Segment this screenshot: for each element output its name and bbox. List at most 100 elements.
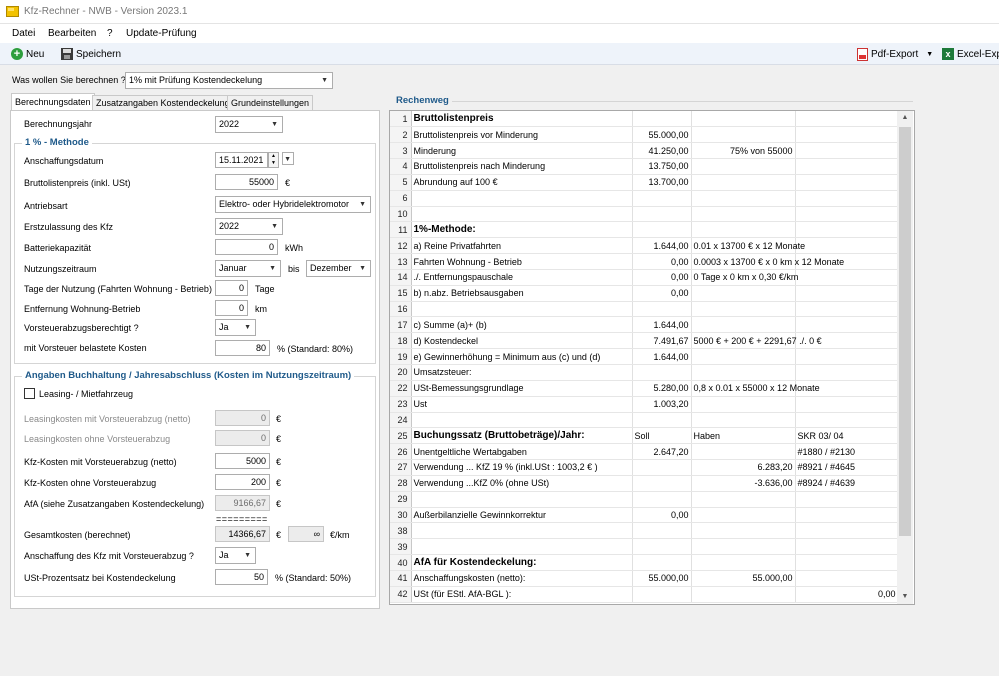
row-value: 1.003,20 [632, 396, 692, 413]
table-row: 40 AfA für Kostendeckelung: [390, 554, 899, 571]
vst-select[interactable]: Ja ▼ [215, 319, 256, 336]
menu-help[interactable]: ? [107, 28, 113, 39]
row-number: 23 [390, 396, 412, 413]
table-row: 28 Verwendung ...KfZ 0% (ohne USt) -3.636,… [390, 475, 899, 492]
chevron-down-icon: ▼ [271, 223, 278, 230]
pdf-icon [857, 47, 868, 61]
scroll-thumb[interactable] [899, 127, 911, 536]
row-label [411, 412, 633, 429]
leas-without-label: Leasingkosten ohne Vorsteuerabzug [24, 434, 171, 444]
leas-with-label: Leasingkosten mit Vorsteuerabzug (netto) [24, 414, 191, 424]
kfz-with-field[interactable]: 5000 [215, 453, 270, 469]
table-row: 17 c) Summe (a)+ (b) 1.644,00 [390, 316, 899, 334]
period-to-select[interactable]: Dezember ▼ [306, 260, 371, 277]
row-number: 13 [390, 253, 412, 270]
row-account [795, 206, 899, 223]
date-picker-button[interactable]: ▼ [282, 152, 294, 165]
row-value [632, 554, 692, 571]
leas-without-field[interactable]: 0 [215, 430, 270, 446]
period-bis: bis [288, 264, 300, 274]
row-value: 1.644,00 [632, 316, 692, 334]
price-field[interactable]: 55000 [215, 174, 278, 190]
drive-select[interactable]: Elektro- oder Hybridelektromotor ▼ [215, 196, 371, 213]
row-number: 19 [390, 348, 412, 365]
row-number: 28 [390, 475, 412, 492]
scroll-up-icon[interactable]: ▲ [897, 111, 913, 125]
leas-with-field[interactable]: 0 [215, 410, 270, 426]
table-row: 23 Ust 1.003,20 [390, 396, 899, 413]
row-value: Soll [632, 427, 692, 445]
row-value: 0,00 [632, 269, 692, 286]
battery-field[interactable]: 0 [215, 239, 278, 255]
row-account [795, 364, 899, 381]
row-number: 20 [390, 364, 412, 381]
menu-datei[interactable]: Datei [12, 28, 35, 39]
menu-update[interactable]: Update-Prüfung [126, 28, 197, 39]
pdf-label: Pdf-Export [871, 48, 919, 60]
vst-value: Ja [219, 322, 229, 332]
ust-field[interactable]: 50 [215, 569, 268, 585]
date-spinner[interactable]: ▲ ▼ [268, 152, 279, 168]
days-field[interactable]: 0 [215, 280, 248, 296]
row-account [795, 554, 899, 571]
row-account [795, 538, 899, 556]
row-value [632, 459, 692, 476]
date-field[interactable]: 15.11.2021 [215, 152, 268, 168]
ust-label: USt-Prozentsatz bei Kostendeckelung [24, 573, 176, 583]
row-detail [691, 491, 796, 508]
row-label: Umsatzsteuer: [411, 364, 633, 381]
year-select[interactable]: 2022 ▼ [215, 116, 283, 133]
tab-berechnungsdaten[interactable]: Berechnungsdaten [11, 93, 95, 111]
row-label [411, 522, 633, 540]
excel-export-button[interactable]: x Excel-Exp [942, 47, 999, 61]
year-label: Berechnungsjahr [24, 119, 93, 129]
table-row: 20 Umsatzsteuer: [390, 364, 899, 381]
leasing-checkbox[interactable] [24, 388, 35, 399]
firstreg-select[interactable]: 2022 ▼ [215, 218, 283, 235]
calc-select[interactable]: 1% mit Prüfung Kostendeckelung ▼ [125, 72, 333, 89]
new-button[interactable]: + Neu [11, 47, 44, 61]
kfz-with-label: Kfz-Kosten mit Vorsteuerabzug (netto) [24, 457, 177, 467]
table-row: 3 Minderung 41.250,00 75% von 55000 [390, 142, 899, 160]
leas-with-unit: € [276, 414, 282, 424]
vstcost-label: mit Vorsteuer belastete Kosten [24, 343, 147, 353]
save-label: Speichern [76, 48, 122, 60]
vertical-scrollbar[interactable]: ▲ ▼ [897, 111, 913, 604]
row-value [632, 475, 692, 492]
menu-bearbeiten[interactable]: Bearbeiten [48, 28, 96, 39]
table-row: 24 [390, 412, 899, 429]
scroll-down-icon[interactable]: ▼ [897, 590, 913, 604]
kfz-without-unit: € [276, 478, 282, 488]
row-detail [691, 412, 796, 429]
new-label: Neu [26, 48, 45, 60]
purchase-vst-select[interactable]: Ja ▼ [215, 547, 256, 564]
table-row: 12 a) Reine Privatfahrten 1.644,00 0.01 x 1… [390, 237, 899, 255]
row-account [795, 190, 899, 207]
period-label: Nutzungszeitraum [24, 264, 97, 274]
rechenweg-grid[interactable]: 1 Bruttolistenpreis 2 Bruttolistenpreis vor… [389, 110, 915, 605]
period-from-select[interactable]: Januar ▼ [215, 260, 281, 277]
dist-field[interactable]: 0 [215, 300, 248, 316]
table-row: 41 Anschaffungskosten (netto): 55.000,00 55… [390, 570, 899, 587]
table-row: 30 Außerbilanzielle Gewinnkorrektur 0,00 [390, 507, 899, 524]
row-detail [691, 301, 796, 318]
row-number: 42 [390, 586, 412, 603]
kfz-without-field[interactable]: 200 [215, 474, 270, 490]
row-account [795, 301, 899, 318]
row-value [632, 221, 692, 239]
row-account [795, 491, 899, 508]
row-account [795, 285, 899, 302]
row-number: 30 [390, 507, 412, 524]
row-number: 16 [390, 301, 412, 318]
tab-zusatzangaben[interactable]: Zusatzangaben Kostendeckelung [92, 95, 234, 110]
vstcost-field[interactable]: 80 [215, 340, 270, 356]
pdf-export-button[interactable]: Pdf-Export ▼ [857, 47, 933, 61]
tab-grundeinstellungen[interactable]: Grundeinstellungen [227, 95, 314, 110]
save-button[interactable]: Speichern [61, 47, 121, 61]
date-label: Anschaffungsdatum [24, 156, 104, 166]
row-detail [691, 554, 796, 571]
row-detail: 6.283,20 [691, 459, 796, 476]
row-detail [691, 538, 796, 556]
battery-label: Batteriekapazität [24, 243, 92, 253]
row-account: 0,00 [795, 586, 899, 603]
